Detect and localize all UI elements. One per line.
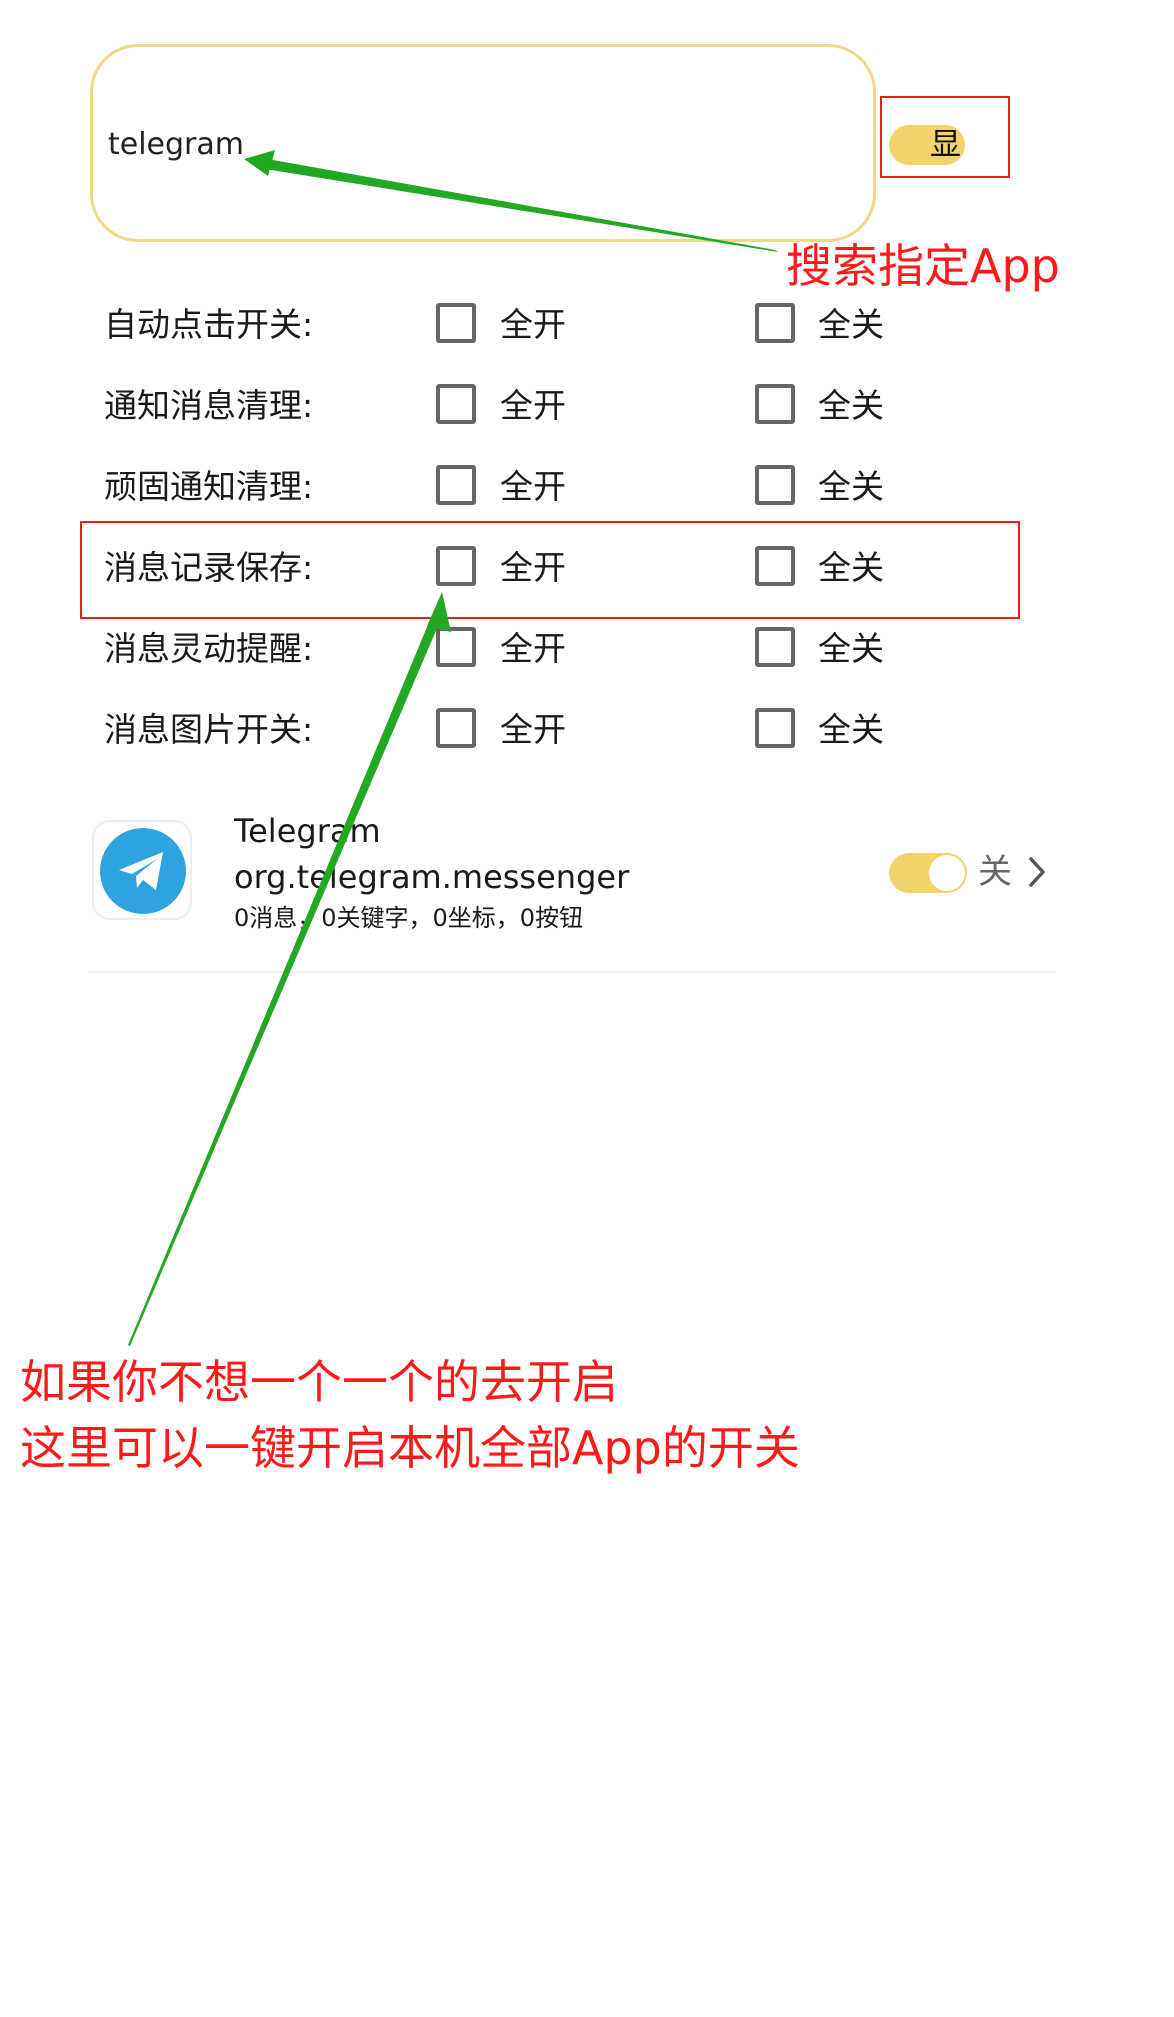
arrow-to-search — [244, 150, 778, 252]
annotation-arrows — [128, 150, 778, 1346]
arrow-to-checkbox — [128, 592, 451, 1346]
